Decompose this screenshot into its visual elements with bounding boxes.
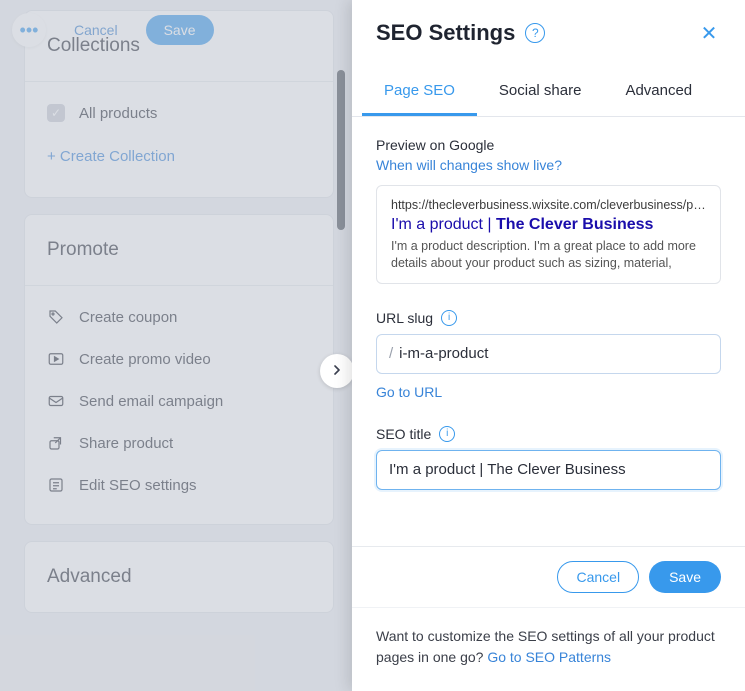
slash-icon: / [389, 345, 393, 362]
close-icon[interactable]: ✕ [697, 21, 721, 45]
tab-bar: Page SEO Social share Advanced [352, 66, 745, 117]
preview-title: I'm a product | The Clever Business [391, 216, 706, 234]
seo-title-label: SEO title i [376, 426, 721, 442]
go-to-url-link[interactable]: Go to URL [376, 384, 721, 400]
preview-description: I'm a product description. I'm a great p… [391, 238, 706, 271]
tab-advanced[interactable]: Advanced [603, 66, 714, 116]
save-button[interactable]: Save [649, 561, 721, 593]
info-icon[interactable]: i [439, 426, 455, 442]
seo-settings-panel: SEO Settings ? ✕ Page SEO Social share A… [352, 0, 745, 691]
url-slug-label: URL slug i [376, 310, 721, 326]
seo-patterns-link[interactable]: Go to SEO Patterns [487, 649, 611, 665]
chevron-right-icon [332, 362, 342, 380]
preview-url: https://thecleverbusiness.wixsite.com/cl… [391, 198, 706, 212]
panel-title: SEO Settings [376, 20, 515, 46]
seo-patterns-note: Want to customize the SEO settings of al… [352, 607, 745, 691]
url-slug-input[interactable] [399, 345, 708, 362]
seo-title-input-wrap[interactable] [376, 450, 721, 490]
tab-social-share[interactable]: Social share [477, 66, 604, 116]
tab-page-seo[interactable]: Page SEO [362, 66, 477, 116]
google-preview: https://thecleverbusiness.wixsite.com/cl… [376, 185, 721, 284]
seo-title-input[interactable] [389, 461, 708, 478]
preview-label: Preview on Google [376, 137, 721, 153]
url-slug-input-wrap[interactable]: / [376, 334, 721, 374]
cancel-button[interactable]: Cancel [557, 561, 639, 593]
preview-help-link[interactable]: When will changes show live? [376, 157, 721, 173]
info-icon[interactable]: i [441, 310, 457, 326]
help-icon[interactable]: ? [525, 23, 545, 43]
scroll-hint-button[interactable] [320, 354, 354, 388]
